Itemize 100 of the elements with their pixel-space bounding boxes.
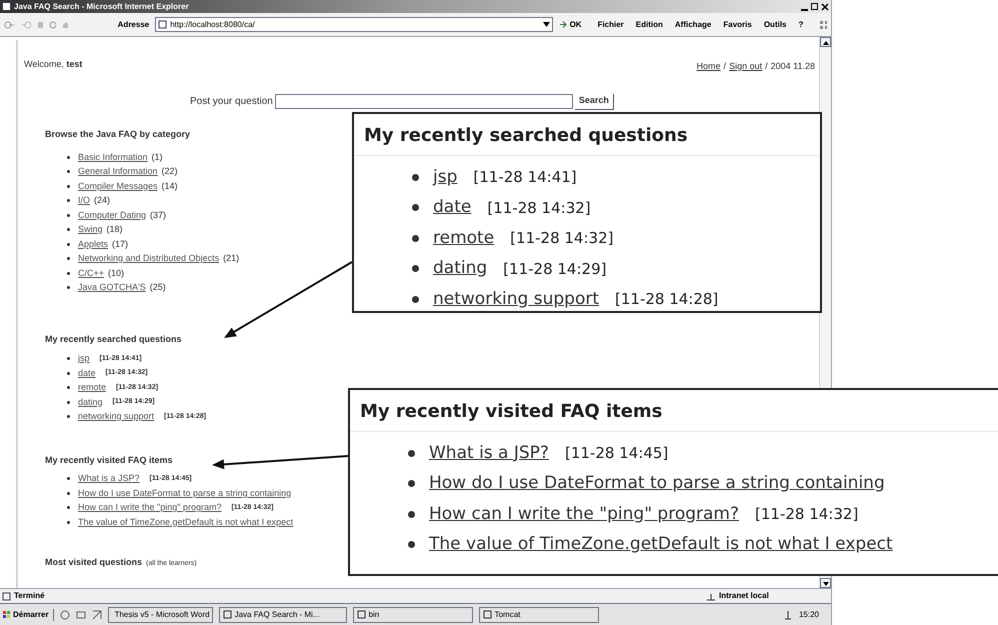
section-heading: Browse the Java FAQ by category <box>45 128 190 138</box>
faq-link[interactable]: How can I write the "ping" program? <box>429 502 740 527</box>
zone-text: Intranet local <box>719 590 770 602</box>
menu-item[interactable]: Favoris <box>723 18 752 30</box>
search-button[interactable]: Search <box>574 94 614 110</box>
taskbar-button[interactable]: Java FAQ Search - Mi... <box>218 606 347 622</box>
bullet <box>67 156 70 159</box>
faq-link[interactable]: remote <box>78 381 106 394</box>
faq-link[interactable]: Compiler Messages <box>78 180 158 193</box>
windows-logo-icon <box>2 610 11 619</box>
bullet <box>67 400 70 404</box>
windows-logo-icon <box>819 20 827 30</box>
faq-link[interactable]: How can I write the "ping" program? <box>78 501 222 514</box>
faq-link[interactable]: C/C++ <box>78 266 104 280</box>
faq-link[interactable]: networking support <box>433 286 599 312</box>
window-icon <box>482 610 492 619</box>
go-button[interactable]: OK <box>558 18 582 30</box>
faq-link[interactable]: jsp <box>78 352 90 366</box>
faq-link[interactable]: Networking and Distributed Objects <box>78 252 220 266</box>
go-arrow-icon <box>558 20 568 29</box>
faq-link[interactable]: The value of TimeZone.getDefault is not what I expect <box>429 532 893 558</box>
bullet <box>67 228 70 232</box>
faq-link[interactable]: dating <box>78 396 103 409</box>
start-button[interactable]: Démarrer <box>2 608 54 620</box>
section-heading: My recently searched questions <box>45 334 182 344</box>
faq-link[interactable]: General Information <box>78 165 158 178</box>
item-count: (18) <box>106 223 123 236</box>
taskbar-button[interactable]: Thesis v5 - Microsoft Word <box>108 606 213 622</box>
timestamp: [11-28 14:28] <box>615 289 718 310</box>
item-count: (21) <box>223 252 240 265</box>
window-title: Java FAQ Search - Microsoft Internet Explorer <box>14 0 189 12</box>
bullet <box>412 296 419 303</box>
faq-link[interactable]: I/O <box>78 194 90 208</box>
dropdown-icon[interactable] <box>542 22 550 27</box>
item-count: (37) <box>150 208 166 222</box>
item-count: (24) <box>94 194 110 207</box>
faq-link[interactable]: networking support <box>78 410 154 424</box>
menu-item[interactable]: Edition <box>636 18 663 30</box>
timestamp: [11-28 14:41] <box>473 167 577 188</box>
faq-link[interactable]: date <box>78 366 96 380</box>
faq-link[interactable]: Applets <box>78 238 108 251</box>
faq-link[interactable]: jsp <box>433 164 458 190</box>
quick-launch-icon[interactable] <box>92 610 102 620</box>
faq-link[interactable]: What is a JSP? <box>78 472 140 486</box>
menu-item[interactable]: ? <box>798 18 804 30</box>
faq-link[interactable]: Basic Information <box>78 150 148 164</box>
page-icon <box>2 592 11 600</box>
back-icon[interactable] <box>4 20 15 30</box>
item-count: (14) <box>162 180 178 193</box>
address-field[interactable]: http://localhost:8080/ca/ <box>155 17 553 32</box>
faq-link[interactable]: Swing <box>78 223 103 236</box>
bullet <box>67 357 70 360</box>
bullet <box>412 265 419 272</box>
quick-launch-icon[interactable] <box>60 610 70 620</box>
menu-item[interactable]: Fichier <box>598 18 624 30</box>
bullet <box>67 492 70 495</box>
bullet <box>67 372 70 375</box>
item-count: (22) <box>162 165 178 178</box>
bullet <box>412 234 419 242</box>
callout-title: My recently visited FAQ items <box>350 390 998 432</box>
scroll-down-icon[interactable] <box>820 578 831 588</box>
menu-item[interactable]: Affichage <box>674 18 712 30</box>
item-count: (17) <box>112 238 128 251</box>
bullet <box>67 199 70 202</box>
bullet <box>67 286 70 290</box>
item-count: (25) <box>150 281 166 294</box>
separator: / <box>765 60 768 73</box>
page-link[interactable]: Sign out <box>729 60 762 74</box>
bullet <box>408 510 415 518</box>
page-link[interactable]: Home <box>696 60 721 74</box>
maximize-icon[interactable] <box>811 3 818 10</box>
bullet <box>67 520 70 524</box>
close-icon[interactable] <box>821 2 829 10</box>
bullet <box>67 477 70 480</box>
menu-item[interactable]: Outils <box>764 18 786 30</box>
window-icon <box>222 610 232 619</box>
faq-link[interactable]: Computer Dating <box>78 208 146 222</box>
clock: 15:20 <box>798 608 820 620</box>
bullet <box>67 506 70 510</box>
taskbar-button[interactable]: Tomcat <box>478 606 599 622</box>
faq-link[interactable]: The value of TimeZone.getDefault is not what I expect <box>78 516 294 529</box>
bullet <box>67 386 70 390</box>
refresh-icon[interactable] <box>49 20 56 28</box>
faq-link[interactable]: How do I use DateFormat to parse a string containing <box>78 486 292 500</box>
timestamp: [11-28 14:32] <box>487 198 591 218</box>
faq-link[interactable]: Java GOTCHA'S <box>78 281 146 294</box>
faq-link[interactable]: How do I use DateFormat to parse a string containing <box>429 471 885 496</box>
faq-link[interactable]: dating <box>433 256 488 282</box>
page-icon <box>158 20 168 29</box>
item-count: (10) <box>108 266 124 280</box>
faq-link[interactable]: What is a JSP? <box>429 440 549 466</box>
scroll-up-icon[interactable] <box>820 37 831 47</box>
timestamp: [11-28 14:45] <box>564 443 668 464</box>
separator: / <box>724 60 726 73</box>
question-field[interactable] <box>274 94 573 109</box>
faq-link[interactable]: date <box>433 195 472 220</box>
quick-launch-icon[interactable] <box>76 610 86 620</box>
taskbar-button[interactable]: bin <box>352 606 473 622</box>
bullet <box>67 242 70 246</box>
faq-link[interactable]: remote <box>433 226 494 251</box>
